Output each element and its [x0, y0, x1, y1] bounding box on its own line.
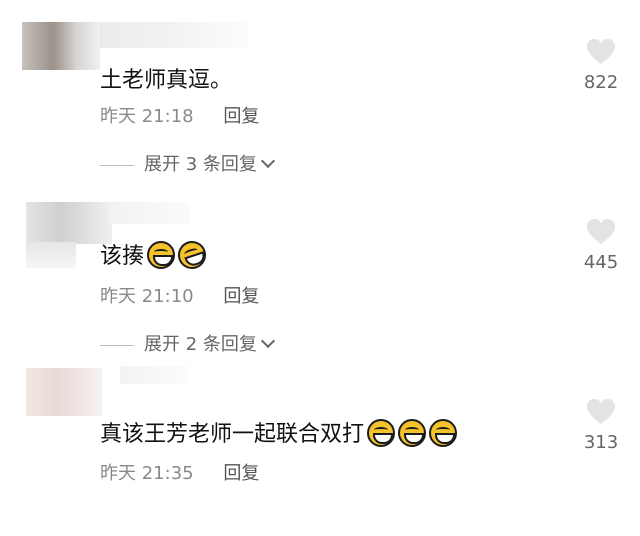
divider-line [100, 344, 134, 346]
comment-item: 该揍 昨天 21:10 回复 展开 2 条回复 445 [0, 202, 640, 372]
divider-line [100, 164, 134, 166]
grin-emoji [147, 241, 176, 269]
comment-time: 昨天 21:10 [100, 286, 194, 307]
reply-button[interactable]: 回复 [223, 463, 259, 484]
grin-emoji [429, 419, 458, 447]
like-button[interactable]: 822 [575, 38, 627, 93]
comment-text: 真该王芳老师一起联合双打 [100, 416, 458, 448]
comment-meta: 昨天 21:10 回复 [100, 282, 259, 308]
chevron-down-icon [260, 153, 275, 169]
comment-text-content: 土老师真逗。 [100, 68, 233, 93]
expand-replies-button[interactable]: 展开 3 条回复 [100, 150, 275, 176]
expand-replies-label: 展开 2 条回复 [144, 334, 257, 355]
comment-text-content: 真该王芳老师一起联合双打 [100, 422, 365, 447]
comment-time: 昨天 21:18 [100, 106, 194, 127]
comment-text-content: 该揍 [100, 244, 145, 269]
username-blurred [110, 202, 190, 224]
expand-replies-label: 展开 3 条回复 [144, 154, 257, 175]
like-button[interactable]: 313 [575, 398, 627, 453]
reply-button[interactable]: 回复 [223, 286, 259, 307]
expand-replies-button[interactable]: 展开 2 条回复 [100, 330, 275, 356]
comment-time: 昨天 21:35 [100, 463, 194, 484]
comment-meta: 昨天 21:18 回复 [100, 102, 259, 128]
like-count: 445 [583, 252, 619, 273]
username-blurred [100, 22, 250, 48]
heart-icon [587, 218, 615, 245]
grin-emoji [367, 419, 396, 447]
avatar-blurred[interactable] [26, 368, 102, 416]
reply-button[interactable]: 回复 [223, 106, 259, 127]
comment-text: 该揍 [100, 237, 210, 273]
like-count: 313 [583, 432, 619, 453]
heart-icon [587, 38, 615, 65]
comment-meta: 昨天 21:35 回复 [100, 459, 259, 485]
username-blurred [120, 366, 190, 384]
comment-text: 土老师真逗。 [100, 62, 232, 94]
laughing-emoji [174, 237, 210, 273]
comment-item: 真该王芳老师一起联合双打 昨天 21:35 回复 313 [0, 366, 640, 536]
like-button[interactable]: 445 [575, 218, 627, 273]
avatar-blurred[interactable] [22, 22, 100, 70]
like-count: 822 [583, 72, 619, 93]
chevron-down-icon [260, 333, 275, 349]
grin-emoji [398, 419, 427, 447]
avatar-blurred-lower [26, 242, 76, 268]
comment-item: 土老师真逗。 昨天 21:18 回复 展开 3 条回复 822 [0, 22, 640, 192]
heart-icon [587, 398, 615, 425]
